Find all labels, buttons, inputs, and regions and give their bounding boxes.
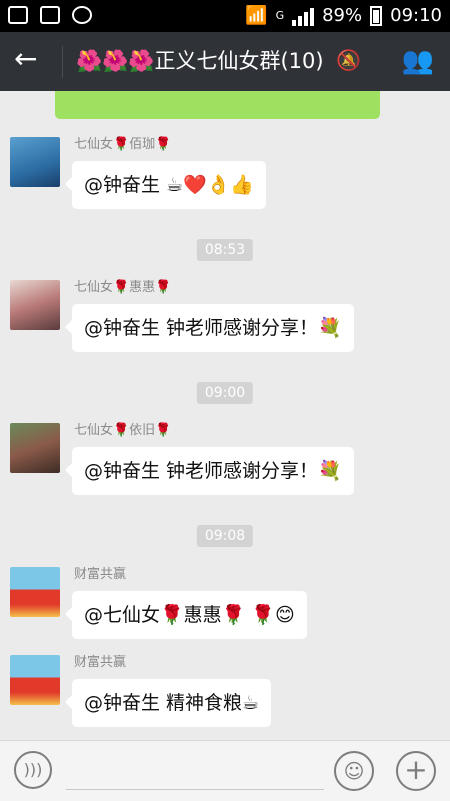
voice-icon[interactable]: ))) xyxy=(14,751,52,789)
wifi-icon: 📶 xyxy=(245,5,268,26)
chat-title: 🌺🌺🌺正义七仙女群(10) xyxy=(76,49,324,73)
input-bar: ))) ☺ + xyxy=(0,740,450,801)
message-input[interactable] xyxy=(66,789,324,790)
back-arrow-icon[interactable]: ← xyxy=(14,44,37,74)
message-bubble[interactable]: @七仙女🌹惠惠🌹 🌹😊 xyxy=(65,591,307,639)
group-members-icon[interactable]: 👥 xyxy=(402,46,434,76)
message-bubble[interactable]: @钟奋生 钟老师感谢分享！💐 xyxy=(65,447,354,495)
signal-icon xyxy=(292,6,315,26)
chat-header: ← 🌺🌺🌺正义七仙女群(10) 🔕 👥 xyxy=(0,32,450,91)
notification-icons xyxy=(8,6,92,24)
plus-icon[interactable]: + xyxy=(396,751,436,791)
bell-muted-icon: 🔕 xyxy=(336,48,361,72)
avatar[interactable] xyxy=(10,655,60,705)
sync-icon xyxy=(72,6,92,24)
mail-icon xyxy=(8,6,28,24)
message-list[interactable]: 七仙女🌹佰珈🌹 @钟奋生 ☕❤️👌👍 08:53 七仙女🌹惠惠🌹 @钟奋生 钟老… xyxy=(0,91,450,740)
sender-name: 财富共赢 xyxy=(74,655,127,670)
network-type: G xyxy=(275,9,285,22)
avatar[interactable] xyxy=(10,280,60,330)
sender-name: 财富共赢 xyxy=(74,567,127,582)
sender-name: 七仙女🌹惠惠🌹 xyxy=(74,280,172,295)
message-bubble[interactable]: @钟奋生 钟老师感谢分享！💐 xyxy=(65,304,354,352)
timestamp: 08:53 xyxy=(196,239,254,261)
timestamp: 09:08 xyxy=(196,525,254,547)
status-bar: 📶 G 89% 09:10 xyxy=(0,0,450,32)
timestamp: 09:00 xyxy=(196,382,254,404)
battery-icon xyxy=(370,5,383,26)
header-divider xyxy=(62,46,63,78)
avatar[interactable] xyxy=(10,423,60,473)
message-bubble[interactable]: @钟奋生 精神食粮☕ xyxy=(64,679,272,727)
avatar[interactable] xyxy=(10,137,60,187)
sender-name: 七仙女🌹佰珈🌹 xyxy=(74,137,172,152)
image-icon xyxy=(40,6,60,24)
previous-self-bubble[interactable] xyxy=(55,91,380,119)
battery-percent: 89% xyxy=(322,5,363,26)
avatar[interactable] xyxy=(10,567,60,617)
emoji-icon[interactable]: ☺ xyxy=(334,751,374,791)
status-indicators: 📶 G 89% 09:10 xyxy=(245,5,442,26)
message-bubble[interactable]: @钟奋生 ☕❤️👌👍 xyxy=(64,161,267,209)
sender-name: 七仙女🌹依旧🌹 xyxy=(74,423,172,438)
clock: 09:10 xyxy=(390,5,442,26)
